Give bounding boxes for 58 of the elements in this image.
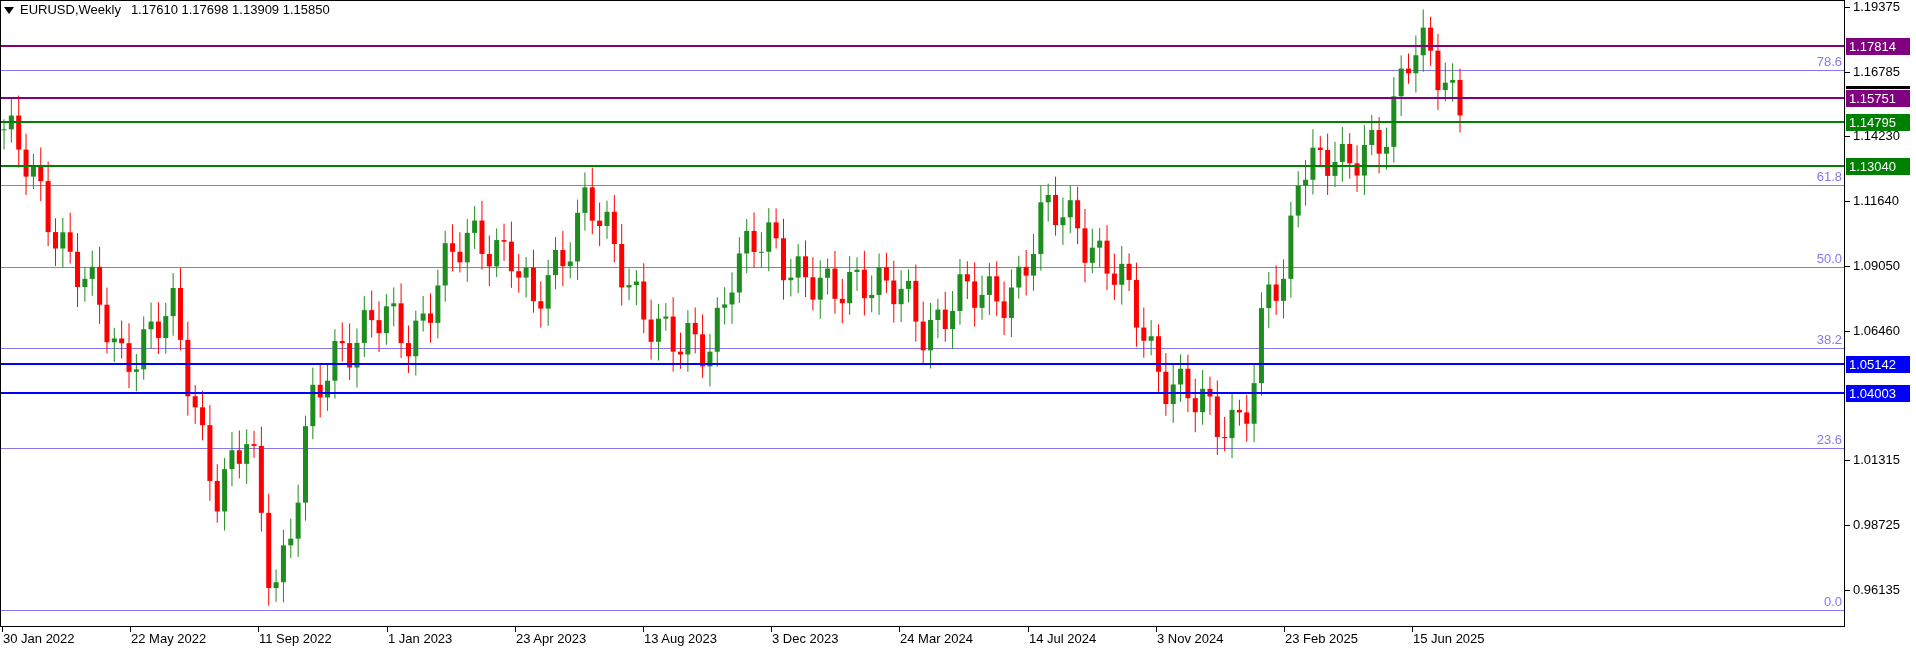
axis-tick-mark [1845,72,1850,73]
fibonacci-level-label: 61.8 [1816,169,1842,184]
price-level-label: 1.04003 [1846,385,1910,402]
price-level-label: 1.15751 [1846,90,1910,107]
price-level-label: 1.17814 [1846,38,1910,55]
axis-tick-mark [1845,201,1850,202]
axis-tick-mark [130,627,131,632]
fibonacci-level-label: 0.0 [1823,594,1842,609]
date-axis-label: 1 Jan 2023 [388,631,453,646]
date-axis-label: 11 Sep 2022 [259,631,332,646]
date-axis-label: 23 Apr 2023 [516,631,587,646]
axis-tick-mark [1845,331,1850,332]
price-axis-label: 1.14230 [1853,129,1900,143]
axis-tick-mark [643,627,644,632]
date-axis-label: 14 Jul 2024 [1029,631,1097,646]
price-axis-label: 1.19375 [1853,0,1900,14]
axis-tick-mark [1845,7,1850,8]
price-level-label: 1.14795 [1846,114,1910,131]
axis-tick-mark [2,627,3,632]
axis-tick-mark [1845,460,1850,461]
date-axis-label: 3 Dec 2023 [772,631,839,646]
axis-tick-mark [1845,525,1850,526]
date-axis-label: 30 Jan 2022 [3,631,75,646]
date-axis-label: 15 Jun 2025 [1413,631,1485,646]
price-axis-label: 1.16785 [1853,65,1900,79]
axis-tick-mark [1845,136,1850,137]
axis-tick-mark [899,627,900,632]
ohlc-values: 1.17610 1.17698 1.13909 1.15850 [130,2,330,18]
date-axis-label: 22 May 2022 [131,631,207,646]
price-level-label: 1.13040 [1846,158,1910,175]
fibonacci-level-label: 38.2 [1816,332,1842,347]
price-axis-label: 1.01315 [1853,453,1900,467]
axis-tick-mark [1845,590,1850,591]
axis-tick-mark [1845,266,1850,267]
axis-tick-mark [771,627,772,632]
dropdown-triangle-icon[interactable] [4,6,14,14]
date-axis-label: 23 Feb 2025 [1285,631,1358,646]
date-axis-label: 3 Nov 2024 [1157,631,1224,646]
chart-symbol-title: EURUSD,Weekly [20,2,121,18]
axis-tick-mark [1412,627,1413,632]
price-level-label: 1.05142 [1846,356,1910,373]
axis-tick-mark [1028,627,1029,632]
price-axis-label: 1.06460 [1853,324,1900,338]
price-axis-label: 1.09050 [1853,259,1900,273]
fibonacci-level-label: 50.0 [1816,251,1842,266]
price-axis-label: 0.96135 [1853,583,1900,597]
fibonacci-level-label: 23.6 [1816,432,1842,447]
date-axis-label: 24 Mar 2024 [900,631,973,646]
price-axis-label: 0.98725 [1853,518,1900,532]
price-axis-label: 1.11640 [1853,194,1900,208]
axis-tick-mark [387,627,388,632]
fibonacci-level-label: 78.6 [1816,54,1842,69]
axis-tick-mark [515,627,516,632]
axis-tick-mark [258,627,259,632]
axis-tick-mark [1156,627,1157,632]
current-price-marker [1846,86,1910,89]
date-axis-label: 13 Aug 2023 [644,631,718,646]
axis-tick-mark [1284,627,1285,632]
